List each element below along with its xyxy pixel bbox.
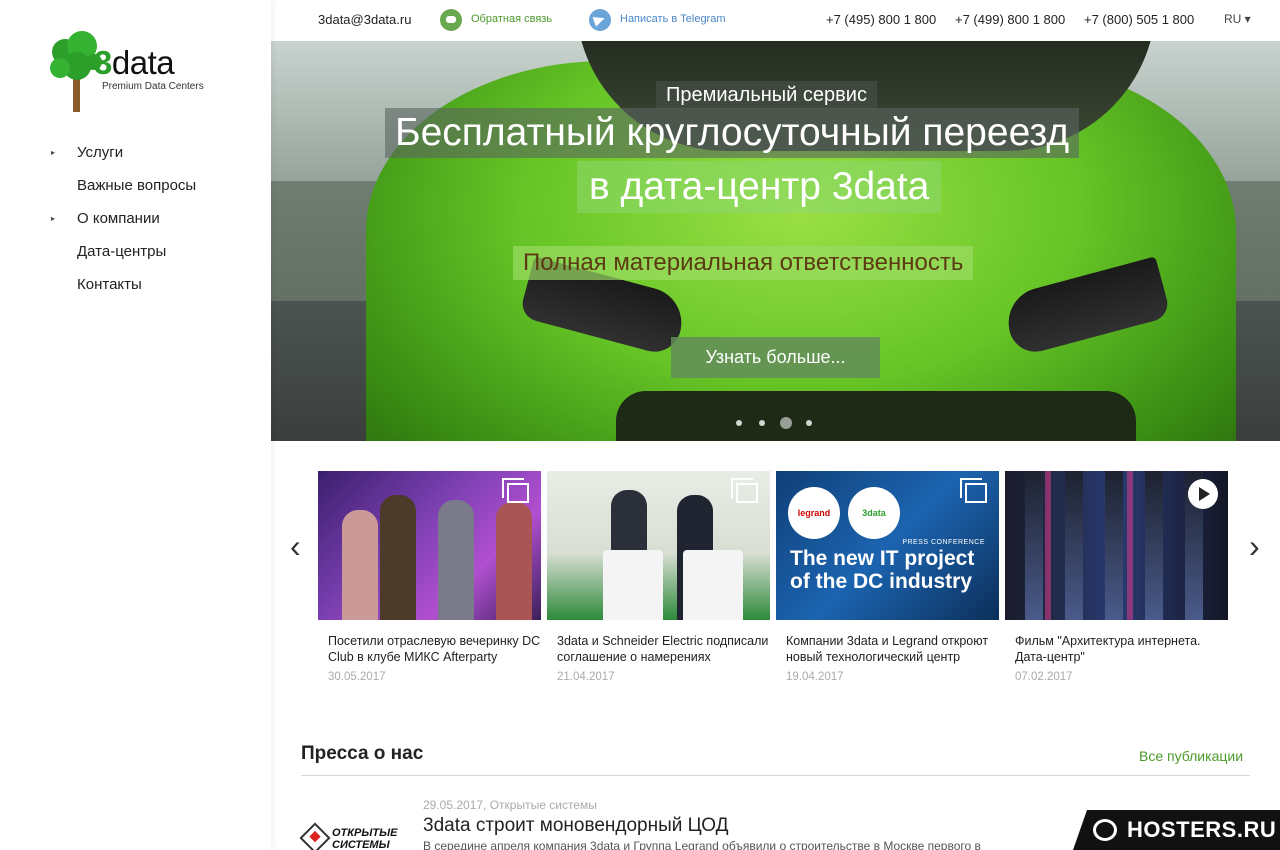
news-date: 19.04.2017 [786, 671, 844, 683]
news-card[interactable]: 3data и Schneider Electric подписали сог… [547, 471, 770, 683]
news-title[interactable]: Компании 3data и Legrand откроют новый т… [776, 633, 999, 665]
news-date: 30.05.2017 [328, 671, 386, 683]
logo-brand: 3data [94, 44, 175, 81]
gallery-icon [960, 478, 987, 503]
3data-logo: 3data [848, 487, 900, 539]
publisher-logo: ОТКРЫТЫЕ СИСТЕМЫ [299, 822, 402, 850]
nav-item-about[interactable]: ▸ О компании [50, 206, 196, 239]
all-publications-link[interactable]: Все публикации [1139, 748, 1243, 764]
chat-icon[interactable] [440, 9, 462, 31]
hero-subtitle: Полная материальная ответственность [513, 246, 974, 280]
telegram-icon[interactable] [589, 9, 611, 31]
section-title: Пресса о нас [301, 743, 424, 764]
press-meta: 29.05.2017, Открытые системы [423, 798, 597, 812]
hero-title-line1: Бесплатный круглосуточный переезд [385, 108, 1080, 158]
sidebar: 3data Premium Data Centers ▸ Услуги Важны… [0, 0, 271, 850]
news-card[interactable]: Посетили отраслевую вечеринку DC Club в … [318, 471, 541, 683]
slider-dot-active[interactable] [780, 417, 792, 429]
news-title[interactable]: Фильм "Архитектура интернета. Дата-центр… [1005, 633, 1228, 665]
submenu-arrow-icon: ▸ [51, 148, 56, 157]
play-icon[interactable] [1188, 479, 1218, 509]
logo-tagline: Premium Data Centers [102, 81, 204, 92]
telegram-link[interactable]: Написать в Telegram [620, 13, 726, 25]
news-title[interactable]: Посетили отраслевую вечеринку DC Club в … [318, 633, 541, 665]
news-card[interactable]: legrand 3data PRESS CONFERENCE The new I… [776, 471, 999, 683]
language-select[interactable]: RU ▾ [1224, 12, 1251, 26]
phone-link[interactable]: +7 (499) 800 1 800 [955, 12, 1065, 27]
slider-dot[interactable] [736, 420, 742, 426]
nav-item-datacenters[interactable]: Дата-центры [50, 239, 196, 272]
news-thumbnail[interactable]: legrand 3data PRESS CONFERENCE The new I… [776, 471, 999, 620]
slider-dot[interactable] [806, 420, 812, 426]
email-link[interactable]: 3data@3data.ru [318, 12, 411, 27]
news-thumbnail[interactable] [318, 471, 541, 620]
logo[interactable]: 3data Premium Data Centers [50, 30, 220, 114]
thumbnail-headline: The new IT project of the DC industry [790, 547, 975, 593]
gallery-icon [502, 478, 529, 503]
press-excerpt: В середине апреля компания 3data и Групп… [423, 839, 981, 850]
divider [301, 775, 1250, 776]
carousel-prev-icon[interactable]: ‹ [290, 528, 301, 565]
cube-icon [299, 822, 331, 850]
carousel-next-icon[interactable]: › [1249, 528, 1260, 565]
press-headline[interactable]: 3data строит моновендорный ЦОД [423, 815, 729, 837]
hero-title-line2: в дата-центр 3data [577, 161, 942, 213]
nav-item-services[interactable]: ▸ Услуги [50, 140, 196, 173]
top-bar: 3data@3data.ru Обратная связь Написать в… [271, 0, 1280, 41]
feedback-link[interactable]: Обратная связь [471, 13, 552, 25]
slider-dot[interactable] [759, 420, 765, 426]
nav-item-contacts[interactable]: Контакты [50, 272, 196, 305]
phone-link[interactable]: +7 (800) 505 1 800 [1084, 12, 1194, 27]
watermark: HOSTERS.RU [1073, 810, 1280, 850]
news-card[interactable]: Фильм "Архитектура интернета. Дата-центр… [1005, 471, 1228, 683]
hero-kicker: Премиальный сервис [656, 81, 877, 109]
news-date: 21.04.2017 [557, 671, 615, 683]
hero-slider: Премиальный сервис Бесплатный круглосуто… [271, 41, 1280, 441]
chat-bubble-icon [1093, 819, 1117, 841]
phone-link[interactable]: +7 (495) 800 1 800 [826, 12, 936, 27]
legrand-logo: legrand [788, 487, 840, 539]
submenu-arrow-icon: ▸ [51, 214, 56, 223]
nav-item-faq[interactable]: Важные вопросы [50, 173, 196, 206]
news-title[interactable]: 3data и Schneider Electric подписали сог… [547, 633, 770, 665]
news-thumbnail[interactable] [1005, 471, 1228, 620]
main-nav: ▸ Услуги Важные вопросы ▸ О компании Дата-… [50, 140, 196, 305]
gallery-icon [731, 478, 758, 503]
news-date: 07.02.2017 [1015, 671, 1073, 683]
learn-more-button[interactable]: Узнать больше... [671, 337, 880, 378]
press-conference-tag: PRESS CONFERENCE [902, 539, 985, 546]
news-thumbnail[interactable] [547, 471, 770, 620]
